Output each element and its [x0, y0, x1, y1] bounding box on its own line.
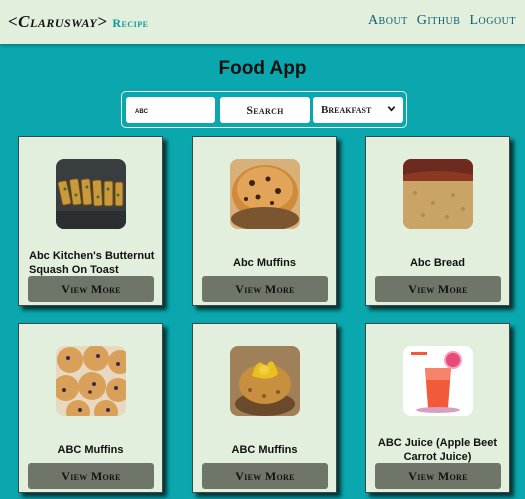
recipe-card: Abc Muffins View More	[192, 136, 337, 306]
recipe-title: ABC Muffins	[231, 444, 298, 456]
recipe-image[interactable]	[56, 159, 126, 229]
recipe-card: ABC Muffins View More	[192, 323, 337, 493]
search-input[interactable]	[126, 97, 215, 123]
recipe-image[interactable]	[230, 159, 300, 229]
view-more-button[interactable]: View More	[28, 276, 154, 302]
nav-link-github[interactable]: Github	[417, 13, 461, 29]
view-more-button[interactable]: View More	[375, 276, 501, 302]
nav-links: About Github Logout	[368, 13, 516, 29]
brand-logo[interactable]: <Clarusway> Recipe	[8, 12, 148, 32]
recipe-card: ABC Muffins View More	[18, 323, 163, 493]
recipe-card: Abc Bread View More	[365, 136, 510, 306]
recipe-image[interactable]	[56, 346, 126, 416]
recipe-image[interactable]	[403, 159, 473, 229]
chevron-down-icon	[387, 106, 396, 112]
recipe-title: Abc Bread	[409, 257, 466, 269]
brand-subtitle: Recipe	[112, 16, 149, 30]
page-title: Food App	[218, 58, 307, 79]
view-more-button[interactable]: View More	[202, 276, 328, 302]
navbar: <Clarusway> Recipe About Github Logout	[0, 0, 525, 44]
recipe-title: Abc Kitchen's Butternut Squash On Toast	[29, 250, 155, 276]
recipe-card: ABC Juice (Apple Beet Carrot Juice) View…	[365, 323, 510, 493]
recipe-image[interactable]	[403, 346, 473, 416]
meal-type-value: Breakfast	[321, 104, 372, 116]
search-form: Search Breakfast	[121, 91, 407, 128]
recipe-title: ABC Juice (Apple Beet Carrot Juice)	[377, 437, 498, 463]
view-more-button[interactable]: View More	[375, 463, 501, 489]
nav-link-about[interactable]: About	[368, 13, 408, 29]
recipe-title: ABC Muffins	[57, 444, 124, 456]
view-more-button[interactable]: View More	[28, 463, 154, 489]
recipe-card: Abc Kitchen's Butternut Squash On Toast …	[18, 136, 163, 306]
brand-name: <Clarusway>	[8, 12, 108, 31]
meal-type-select[interactable]: Breakfast	[313, 97, 403, 123]
nav-link-logout[interactable]: Logout	[469, 13, 516, 29]
recipe-image[interactable]	[230, 346, 300, 416]
search-button[interactable]: Search	[220, 97, 310, 123]
view-more-button[interactable]: View More	[202, 463, 328, 489]
recipe-title: Abc Muffins	[233, 257, 296, 269]
